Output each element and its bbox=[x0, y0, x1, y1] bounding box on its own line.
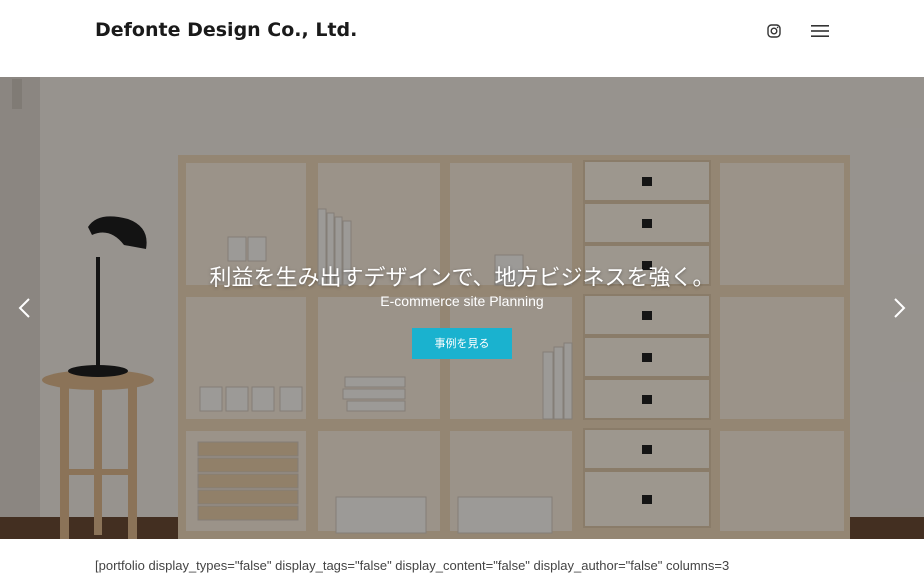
hero-slider: 利益を生み出すデザインで、地方ビジネスを強く。 E-commerce site … bbox=[0, 77, 924, 539]
site-title[interactable]: Defonte Design Co., Ltd. bbox=[95, 19, 357, 41]
chevron-right-icon[interactable] bbox=[893, 297, 907, 319]
hero-subheading: E-commerce site Planning bbox=[380, 293, 544, 309]
chevron-left-icon[interactable] bbox=[17, 297, 31, 319]
site-header: Defonte Design Co., Ltd. bbox=[0, 0, 924, 77]
portfolio-shortcode-text: [portfolio display_types="false" display… bbox=[95, 558, 730, 573]
hamburger-menu-icon[interactable] bbox=[811, 24, 829, 38]
instagram-icon[interactable] bbox=[766, 23, 782, 39]
hero-headline: 利益を生み出すデザインで、地方ビジネスを強く。 bbox=[209, 266, 715, 291]
view-cases-button[interactable]: 事例を見る bbox=[412, 328, 512, 359]
